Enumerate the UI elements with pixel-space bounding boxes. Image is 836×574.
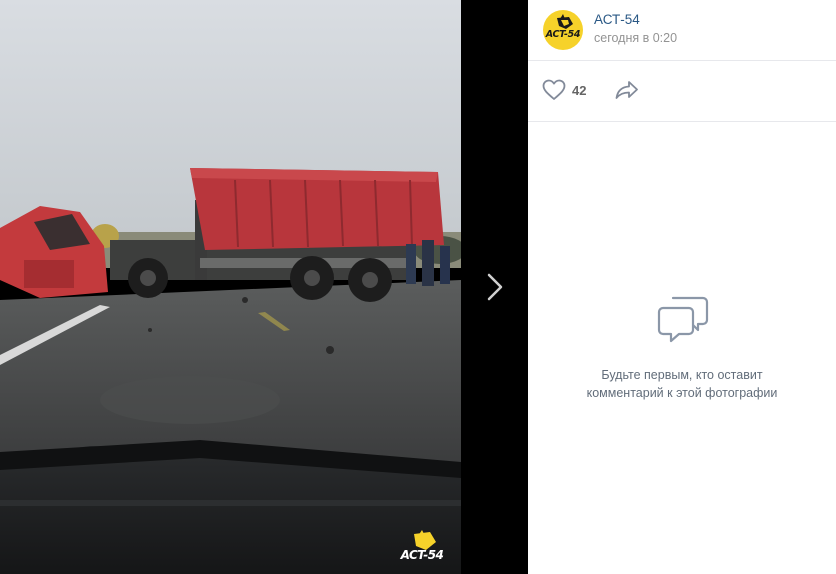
- comments-empty-line-2: комментарий к этой фотографии: [586, 386, 778, 400]
- next-photo-button[interactable]: [461, 0, 528, 574]
- share-button[interactable]: [614, 77, 640, 103]
- avatar[interactable]: ACT-54: [543, 10, 583, 50]
- group-name-link[interactable]: АСТ-54: [594, 12, 640, 27]
- post-header: ACT-54 АСТ-54 сегодня в 0:20: [528, 0, 836, 61]
- post-photo[interactable]: ACT-54: [0, 0, 461, 574]
- comments-empty-message: Будьте первым, кто оставит комментарий к…: [548, 366, 816, 402]
- photo-area: ACT-54: [0, 0, 528, 574]
- post-side-panel: ACT-54 АСТ-54 сегодня в 0:20 42 Будьте п…: [528, 0, 836, 574]
- wolf-logo-icon: [557, 14, 573, 29]
- photo-viewer: ACT-54 ACT-54 АСТ-54 сегодня в 0:20 42 Б…: [0, 0, 836, 574]
- heart-icon: [542, 79, 566, 100]
- post-actions: 42: [528, 61, 836, 122]
- like-count: 42: [572, 82, 587, 98]
- chat-bubbles-icon: [657, 296, 709, 343]
- post-time[interactable]: сегодня в 0:20: [594, 31, 677, 45]
- chevron-right-icon: [487, 273, 502, 301]
- like-button[interactable]: 42: [542, 77, 586, 103]
- photo-watermark: ACT-54: [392, 530, 452, 564]
- watermark-text: ACT-54: [400, 548, 444, 562]
- share-arrow-icon: [615, 81, 638, 99]
- comments-empty-line-1: Будьте первым, кто оставит: [601, 368, 763, 382]
